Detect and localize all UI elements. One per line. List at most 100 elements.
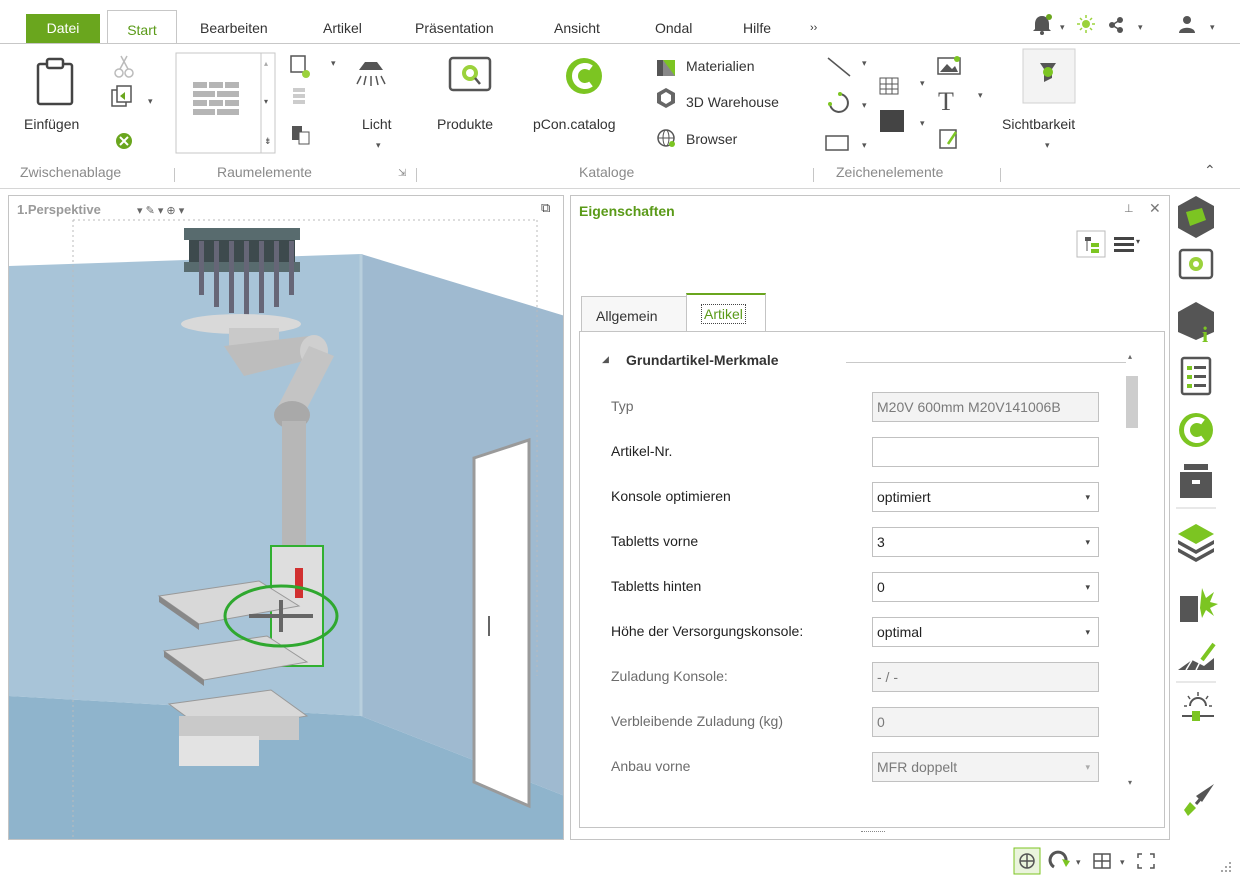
3d-warehouse-button[interactable]: 3D Warehouse [686, 94, 779, 110]
share-icon[interactable] [1109, 17, 1123, 33]
line-tool-icon[interactable] [827, 57, 851, 77]
notification-icon[interactable] [1033, 14, 1052, 35]
image-tool-icon[interactable] [937, 56, 961, 75]
pen-icon[interactable] [1184, 784, 1214, 816]
property-value: 3 [877, 534, 885, 550]
close-panel-icon[interactable]: ✕ [1149, 200, 1161, 217]
layers-icon[interactable] [1178, 524, 1214, 562]
licht-dropdown-arrow[interactable]: ▾ [376, 140, 381, 151]
hatch-tool-icon[interactable] [879, 77, 899, 95]
fullscreen-icon[interactable] [1137, 853, 1155, 869]
light-icon[interactable] [356, 62, 386, 86]
property-field[interactable] [872, 437, 1099, 467]
chevron-down-icon[interactable]: ▾ [1085, 483, 1090, 511]
menu-artikel[interactable]: Artikel [313, 14, 372, 42]
property-dropdown[interactable]: 0 ▾ [872, 572, 1099, 602]
light-settings-icon[interactable] [1182, 692, 1214, 721]
svg-text:i: i [1202, 322, 1208, 347]
viewport-title[interactable]: 1.Perspektive [17, 202, 101, 217]
pcon-catalog-button[interactable]: pCon.catalog [533, 116, 616, 132]
door-element-icon[interactable] [292, 126, 310, 145]
layout-grid-icon[interactable] [1093, 853, 1111, 869]
pin-icon[interactable]: ⊥ [1124, 202, 1134, 215]
drawing-icon[interactable] [1178, 642, 1216, 671]
pcon-catalog-icon[interactable] [560, 54, 610, 98]
tab-artikel[interactable]: Artikel [686, 293, 766, 331]
licht-button[interactable]: Licht [362, 116, 392, 132]
tree-view-icon[interactable] [1076, 230, 1106, 258]
paste-icon[interactable] [34, 56, 78, 108]
dialog-launcher-icon[interactable]: ⇲ [398, 168, 406, 179]
menu-hilfe[interactable]: Hilfe [733, 14, 781, 42]
tab-allgemein[interactable]: Allgemein [581, 296, 687, 332]
resize-handle-icon[interactable] [1221, 862, 1231, 872]
group-separator [416, 168, 417, 182]
chevron-down-icon[interactable]: ▾ [1085, 618, 1090, 646]
menu-datei[interactable]: Datei [26, 14, 100, 43]
materialien-icon[interactable] [657, 60, 675, 76]
property-field: - / - [872, 662, 1099, 692]
svg-text:▾: ▾ [1136, 237, 1140, 246]
property-label: Anbau vorne [611, 758, 691, 774]
delete-icon[interactable] [116, 133, 132, 149]
sichtbarkeit-icon[interactable] [1022, 48, 1076, 104]
svg-text:▾: ▾ [862, 58, 867, 68]
fill-color-icon[interactable] [880, 110, 904, 132]
scroll-down-icon[interactable]: ▾ [1128, 778, 1132, 787]
menu-ondal[interactable]: Ondal [645, 14, 702, 42]
resize-grip[interactable] [861, 831, 885, 832]
collapse-section-icon[interactable]: ◢ [602, 354, 609, 365]
list-icon[interactable] [1180, 356, 1212, 396]
note-tool-icon[interactable] [939, 129, 958, 149]
menu-more[interactable]: ›› [800, 14, 827, 42]
produkte-icon[interactable] [440, 54, 510, 98]
rectangle-tool-icon[interactable] [825, 135, 849, 151]
cut-icon[interactable] [114, 55, 134, 78]
browser-button[interactable]: Browser [686, 131, 737, 147]
viewport-options[interactable]: ▾ ✎ ▾ ⊕ ▾ [137, 204, 184, 217]
section-grundartikel[interactable]: Grundartikel-Merkmale [626, 352, 779, 368]
group-separator [174, 168, 175, 182]
copy-icon[interactable] [111, 85, 132, 107]
3d-viewport[interactable]: 1.Perspektive ▾ ✎ ▾ ⊕ ▾ ⧉ [8, 195, 564, 840]
menu-start[interactable]: Start [107, 10, 177, 44]
menu-ansicht[interactable]: Ansicht [544, 14, 610, 42]
group-zeichenelemente-label: Zeichenelemente [836, 164, 944, 180]
navigation-mode-icon[interactable] [1013, 847, 1041, 875]
menu-praesentation[interactable]: Präsentation [405, 14, 504, 42]
property-dropdown[interactable]: optimiert ▾ [872, 482, 1099, 512]
user-icon[interactable] [1179, 16, 1195, 33]
article-info-icon[interactable]: i [1178, 302, 1214, 347]
scroll-up-icon[interactable]: ▴ [1128, 352, 1132, 361]
sun-icon[interactable] [1077, 15, 1095, 33]
menu-bearbeiten[interactable]: Bearbeiten [190, 14, 278, 42]
sichtbarkeit-dropdown-arrow[interactable]: ▾ [1045, 140, 1050, 151]
pcon-logo-icon[interactable] [1178, 196, 1214, 238]
chevron-down-icon[interactable]: ▾ [1085, 573, 1090, 601]
scrollbar-thumb[interactable] [1126, 376, 1138, 428]
window-element-icon[interactable] [290, 55, 310, 78]
browser-icon[interactable] [657, 129, 675, 147]
catalog-search-icon[interactable] [1178, 248, 1214, 280]
property-dropdown[interactable]: 3 ▾ [872, 527, 1099, 557]
chevron-down-icon[interactable]: ▾ [1085, 753, 1090, 781]
chevron-down-icon[interactable]: ▾ [1085, 528, 1090, 556]
produkte-button[interactable]: Produkte [437, 116, 493, 132]
room-element-icon[interactable] [1180, 588, 1218, 622]
arc-tool-icon[interactable] [828, 92, 849, 113]
archive-icon[interactable] [1180, 464, 1212, 498]
property-label: Typ [611, 398, 634, 414]
materialien-button[interactable]: Materialien [686, 58, 754, 74]
menu-icon[interactable]: ▾ [1114, 237, 1140, 252]
collapse-ribbon-icon[interactable]: ⌃ [1204, 162, 1216, 179]
maximize-viewport-icon[interactable]: ⧉ [541, 200, 550, 216]
svg-text:▾: ▾ [264, 97, 268, 106]
property-dropdown[interactable]: optimal ▾ [872, 617, 1099, 647]
sichtbarkeit-button[interactable]: Sichtbarkeit [1002, 116, 1075, 132]
warehouse-icon[interactable] [657, 88, 675, 108]
property-dropdown[interactable]: MFR doppelt ▾ [872, 752, 1099, 782]
einfuegen-button[interactable]: Einfügen [24, 116, 79, 132]
pcon-catalog-sidebar-icon[interactable] [1179, 413, 1213, 447]
text-tool-icon[interactable]: T [938, 87, 954, 116]
orbit-icon[interactable] [1048, 850, 1070, 869]
